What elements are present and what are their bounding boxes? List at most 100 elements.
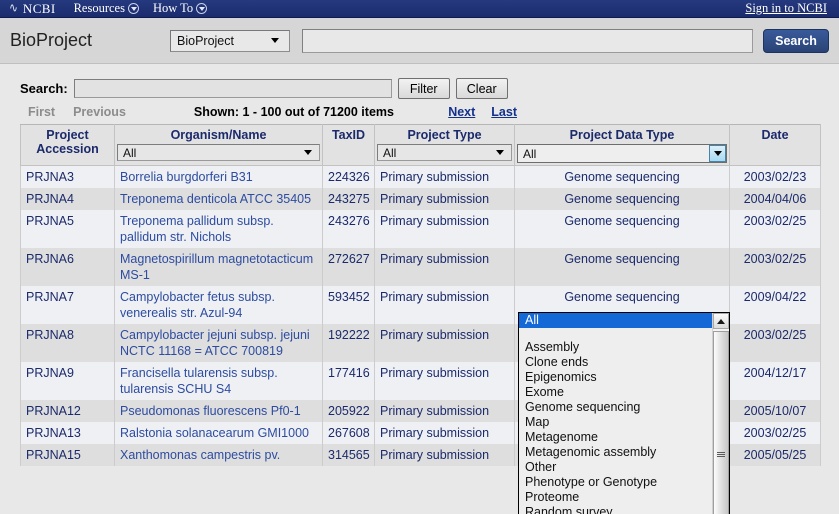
filter-button[interactable]: Filter (397, 78, 450, 99)
cell-project-type: Primary submission (374, 210, 515, 248)
filter-label: Search: (20, 81, 68, 96)
organism-link[interactable]: Treponema denticola ATCC 35405 (120, 192, 311, 206)
ncbi-logo[interactable]: ∿ NCBI (8, 1, 56, 17)
dropdown-option[interactable]: Random survey (519, 505, 712, 514)
cell-organism-name[interactable]: Francisella tularensis subsp. tularensis… (114, 362, 323, 400)
organism-link[interactable]: Xanthomonas campestris pv. (120, 448, 280, 462)
dropdown-option[interactable]: Phenotype or Genotype (519, 475, 712, 490)
dropdown-option[interactable]: Assembly (519, 340, 712, 355)
database-select[interactable]: BioProject (170, 29, 290, 52)
chevron-down-icon (496, 150, 504, 155)
chevron-down-icon[interactable] (709, 145, 726, 162)
cell-project-accession: PRJNA7 (20, 286, 115, 324)
cell-taxid[interactable]: 224326 (322, 165, 375, 188)
organism-link[interactable]: Pseudomonas fluorescens Pf0-1 (120, 404, 301, 418)
dropdown-option[interactable]: Metagenomic assembly (519, 445, 712, 460)
cell-project-data-type: Genome sequencing (514, 165, 730, 188)
search-term-input[interactable] (302, 28, 753, 53)
clear-button[interactable]: Clear (455, 78, 508, 99)
cell-organism-name[interactable]: Ralstonia solanacearum GMI1000 (114, 422, 323, 444)
cell-taxid[interactable]: 314565 (322, 444, 375, 466)
organism-link[interactable]: Borrelia burgdorferi B31 (120, 170, 253, 184)
column-header-project-data-type[interactable]: Project Data Type All (514, 124, 730, 166)
cell-taxid[interactable]: 205922 (322, 400, 375, 422)
organism-link[interactable]: Francisella tularensis subsp. tularensis… (120, 366, 278, 396)
table-row: PRJNA3 Borrelia burgdorferi B31 224326 Prim… (20, 165, 821, 188)
cell-organism-name[interactable]: Pseudomonas fluorescens Pf0-1 (114, 400, 323, 422)
cell-project-type: Primary submission (374, 444, 515, 466)
ncbi-nav-menu: Resources How To (74, 1, 208, 16)
cell-organism-name[interactable]: Campylobacter fetus subsp. venerealis st… (114, 286, 323, 324)
dropdown-option[interactable]: Proteome (519, 490, 712, 505)
scrollbar-track[interactable] (713, 329, 729, 514)
cell-taxid[interactable]: 243276 (322, 210, 375, 248)
cell-taxid[interactable]: 272627 (322, 248, 375, 286)
cell-organism-name[interactable]: Campylobacter jejuni subsp. jejuni NCTC … (114, 324, 323, 362)
page-title: BioProject (10, 30, 93, 50)
sign-in-link[interactable]: Sign in to NCBI (745, 1, 831, 16)
nav-item-how-to-label: How To (152, 1, 194, 15)
cell-date: 2004/12/17 (729, 362, 821, 400)
project-type-filter-value: All (383, 145, 397, 160)
pager-last[interactable]: Last (491, 105, 517, 119)
dropdown-option[interactable]: Other (519, 460, 712, 475)
cell-project-type: Primary submission (374, 248, 515, 286)
cell-organism-name[interactable]: Treponema pallidum subsp. pallidum str. … (114, 210, 323, 248)
cell-project-type: Primary submission (374, 165, 515, 188)
cell-taxid[interactable]: 177416 (322, 362, 375, 400)
organism-link[interactable]: Ralstonia solanacearum GMI1000 (120, 426, 309, 440)
dropdown-option[interactable]: All (519, 313, 712, 328)
pager-row: First Previous Shown: 1 - 100 out of 712… (0, 99, 839, 124)
nav-item-resources[interactable]: Resources (74, 1, 139, 16)
dropdown-option[interactable]: Epigenomics (519, 370, 712, 385)
column-header-project-type-label: Project Type (407, 128, 482, 142)
organism-link[interactable]: Campylobacter jejuni subsp. jejuni NCTC … (120, 328, 310, 358)
table-row: PRJNA6 Magnetospirillum magnetotacticum M… (20, 248, 821, 286)
cell-project-data-type: Genome sequencing (514, 210, 730, 248)
table-header-row: Project Accession Organism/Name All TaxI… (20, 124, 821, 166)
cell-organism-name[interactable]: Treponema denticola ATCC 35405 (114, 188, 323, 210)
search-button[interactable]: Search (763, 28, 829, 53)
organism-link[interactable]: Treponema pallidum subsp. pallidum str. … (120, 214, 274, 244)
column-header-project-type[interactable]: Project Type All (374, 124, 515, 166)
scrollbar-thumb[interactable] (713, 331, 729, 514)
filter-search-input[interactable] (73, 79, 392, 98)
cell-project-type: Primary submission (374, 286, 515, 324)
pager-next[interactable]: Next (448, 105, 475, 119)
cell-organism-name[interactable]: Magnetospirillum magnetotacticum MS-1 (114, 248, 323, 286)
nav-item-how-to[interactable]: How To (152, 1, 208, 16)
scroll-up-button[interactable] (713, 313, 729, 329)
column-header-organism-name[interactable]: Organism/Name All (114, 124, 323, 166)
cell-taxid[interactable]: 192222 (322, 324, 375, 362)
project-data-type-filter-select[interactable]: All (517, 144, 727, 163)
table-row: PRJNA5 Treponema pallidum subsp. pallidum… (20, 210, 821, 248)
column-header-project-accession[interactable]: Project Accession (20, 124, 115, 166)
organism-link[interactable]: Magnetospirillum magnetotacticum MS-1 (120, 252, 313, 282)
cell-date: 2005/10/07 (729, 400, 821, 422)
column-header-date[interactable]: Date (729, 124, 821, 166)
cell-taxid[interactable]: 593452 (322, 286, 375, 324)
dropdown-option[interactable]: Genome sequencing (519, 400, 712, 415)
search-band: BioProject BioProject Search (0, 18, 839, 64)
project-data-type-dropdown-list[interactable]: All Assembly Clone ends Epigenomics Exome Gen… (518, 312, 730, 514)
cell-taxid[interactable]: 243275 (322, 188, 375, 210)
dropdown-scrollbar[interactable] (712, 313, 729, 514)
column-header-taxid[interactable]: TaxID (322, 124, 375, 166)
organism-filter-select[interactable]: All (117, 144, 320, 161)
organism-link[interactable]: Campylobacter fetus subsp. venerealis st… (120, 290, 275, 320)
dropdown-options-list[interactable]: All Assembly Clone ends Epigenomics Exome Gen… (519, 313, 712, 514)
cell-project-accession: PRJNA6 (20, 248, 115, 286)
cell-organism-name[interactable]: Borrelia burgdorferi B31 (114, 165, 323, 188)
cell-taxid[interactable]: 267608 (322, 422, 375, 444)
cell-date: 2003/02/25 (729, 324, 821, 362)
chevron-down-icon (271, 38, 279, 43)
dropdown-option[interactable]: Clone ends (519, 355, 712, 370)
ncbi-logo-text: NCBI (22, 0, 56, 16)
dropdown-option[interactable]: Metagenome (519, 430, 712, 445)
project-type-filter-select[interactable]: All (377, 144, 512, 161)
cell-organism-name[interactable]: Xanthomonas campestris pv. (114, 444, 323, 466)
dropdown-option[interactable]: Map (519, 415, 712, 430)
dropdown-option[interactable]: Exome (519, 385, 712, 400)
cell-date: 2009/04/22 (729, 286, 821, 324)
cell-project-type: Primary submission (374, 422, 515, 444)
